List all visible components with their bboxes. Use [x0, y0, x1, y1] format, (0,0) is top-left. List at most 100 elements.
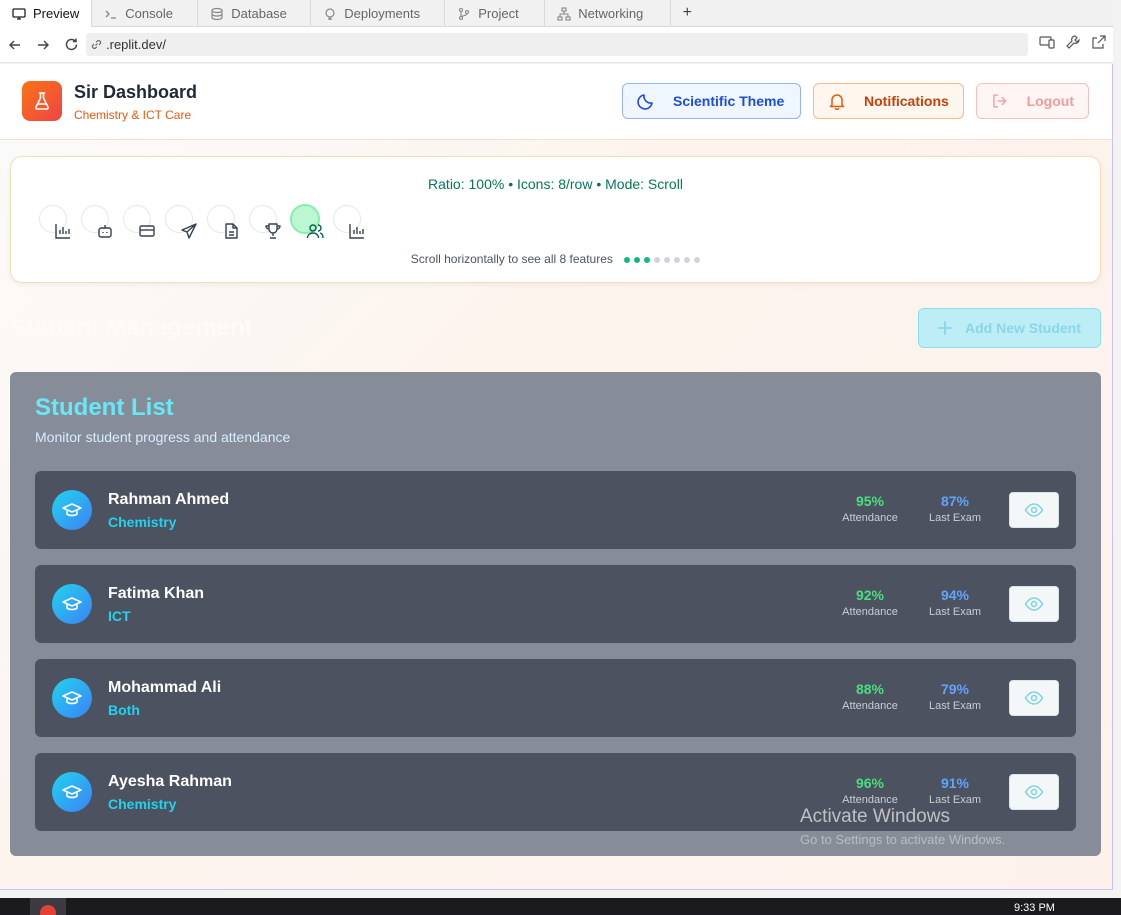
- eye-icon: [1024, 597, 1044, 611]
- tab-label: Console: [125, 6, 173, 21]
- forward-button[interactable]: [29, 31, 57, 59]
- network-icon: [557, 6, 571, 21]
- feature-analytics[interactable]: [39, 205, 79, 245]
- student-row: Fatima Khan ICT 92% Attendance 94% Last …: [35, 565, 1076, 643]
- last-exam-value: 94%: [940, 587, 970, 603]
- eye-icon: [1024, 503, 1044, 517]
- feature-payments[interactable]: [123, 205, 163, 245]
- url-bar-actions: [1039, 34, 1107, 50]
- browser-tab-strip: Preview Console Database Deployments Pro…: [0, 0, 1113, 27]
- last-exam-stat: 91% Last Exam: [915, 775, 995, 806]
- student-list-title: Student List: [35, 394, 174, 421]
- tab-console[interactable]: Console: [92, 0, 199, 27]
- student-name: Rahman Ahmed: [108, 491, 230, 508]
- student-subject: Chemistry: [108, 514, 177, 530]
- devices-icon[interactable]: [1039, 34, 1055, 50]
- moon-icon: [637, 94, 653, 110]
- student-name: Mohammad Ali: [108, 679, 222, 696]
- student-subject: ICT: [108, 608, 131, 624]
- plus-icon: [938, 321, 952, 335]
- last-exam-stat: 79% Last Exam: [915, 681, 995, 712]
- attendance-label: Attendance: [842, 794, 898, 806]
- feature-reports[interactable]: [333, 205, 373, 245]
- terminal-icon: [104, 7, 118, 21]
- deploy-icon: [323, 7, 337, 21]
- reload-button[interactable]: [57, 31, 85, 59]
- tab-label: Preview: [33, 6, 80, 21]
- notifications-label: Notifications: [864, 93, 949, 109]
- feature-documents[interactable]: [207, 205, 247, 245]
- tab-preview[interactable]: Preview: [0, 0, 93, 27]
- scroll-dot: [654, 256, 661, 263]
- feature-students[interactable]: [290, 204, 331, 245]
- view-student-button[interactable]: [1009, 774, 1059, 810]
- logout-label: Logout: [1026, 93, 1074, 109]
- feature-messages[interactable]: [165, 205, 205, 245]
- tab-label: Deployments: [344, 6, 421, 21]
- last-exam-stat: 87% Last Exam: [915, 493, 995, 524]
- scroll-hint-text: Scroll horizontally to see all 8 feature…: [410, 252, 613, 266]
- view-student-button[interactable]: [1009, 586, 1059, 622]
- arrow-left-icon: [9, 40, 20, 49]
- flask-icon: [35, 92, 49, 110]
- app-subtitle: Chemistry & ICT Care: [74, 108, 192, 122]
- credit-card-icon: [139, 225, 155, 237]
- tab-project[interactable]: Project: [445, 0, 546, 27]
- attendance-label: Attendance: [842, 606, 898, 618]
- tab-database[interactable]: Database: [198, 0, 312, 27]
- attendance-stat: 95% Attendance: [830, 493, 910, 524]
- view-student-button[interactable]: [1009, 680, 1059, 716]
- tab-deployments[interactable]: Deployments: [311, 0, 446, 27]
- notifications-button[interactable]: Notifications: [813, 83, 964, 119]
- graduation-cap-icon: [62, 503, 82, 517]
- scroll-dot: [674, 256, 681, 263]
- avatar: [52, 772, 92, 812]
- logout-icon: [993, 94, 1007, 108]
- page-content: Sir Dashboard Chemistry & ICT Care Scien…: [0, 64, 1113, 890]
- tab-label: Database: [231, 6, 287, 21]
- bar-chart-icon: [349, 224, 364, 239]
- feature-strip-card: Ratio: 100% • Icons: 8/row • Mode: Scrol…: [10, 156, 1101, 283]
- attendance-value: 95%: [855, 493, 885, 509]
- taskbar-app-button[interactable]: [30, 898, 66, 915]
- add-student-button[interactable]: Add New Student: [918, 308, 1101, 348]
- scroll-dot: [694, 256, 701, 263]
- taskbar: 9:33 PM: [0, 898, 1121, 915]
- wrench-icon[interactable]: [1065, 34, 1081, 50]
- last-exam-value: 91%: [940, 775, 970, 791]
- scroll-dot: [664, 256, 671, 263]
- send-icon: [181, 223, 197, 239]
- watermark-line2: Go to Settings to activate Windows.: [800, 832, 1006, 847]
- student-name: Fatima Khan: [108, 585, 205, 602]
- url-field[interactable]: .replit.dev/: [86, 33, 1028, 56]
- bar-chart-icon: [55, 224, 70, 239]
- attendance-value: 92%: [855, 587, 885, 603]
- last-exam-label: Last Exam: [929, 794, 981, 806]
- last-exam-label: Last Exam: [929, 700, 981, 712]
- new-tab-button[interactable]: +: [671, 0, 703, 26]
- section-title: Student Management: [10, 314, 253, 341]
- eye-icon: [1024, 691, 1044, 705]
- last-exam-value: 87%: [940, 493, 970, 509]
- feature-bot[interactable]: [81, 205, 121, 245]
- avatar: [52, 678, 92, 718]
- last-exam-stat: 94% Last Exam: [915, 587, 995, 618]
- logout-button[interactable]: Logout: [976, 83, 1089, 119]
- trophy-icon: [265, 223, 281, 239]
- back-button[interactable]: [1, 31, 29, 59]
- feature-icons-row[interactable]: [39, 204, 399, 245]
- student-list-subtitle: Monitor student progress and attendance: [35, 429, 291, 445]
- student-row: Rahman Ahmed Chemistry 95% Attendance 87…: [35, 471, 1076, 549]
- feature-achievements[interactable]: [249, 205, 289, 245]
- attendance-stat: 96% Attendance: [830, 775, 910, 806]
- scientific-theme-button[interactable]: Scientific Theme: [622, 83, 801, 119]
- last-exam-value: 79%: [940, 681, 970, 697]
- tab-networking[interactable]: Networking: [545, 0, 672, 27]
- last-exam-label: Last Exam: [929, 606, 981, 618]
- scientific-theme-label: Scientific Theme: [673, 93, 785, 109]
- external-link-icon[interactable]: [1091, 34, 1107, 50]
- view-student-button[interactable]: [1009, 492, 1059, 528]
- app-header: Sir Dashboard Chemistry & ICT Care Scien…: [0, 64, 1112, 140]
- student-row: Mohammad Ali Both 88% Attendance 79% Las…: [35, 659, 1076, 737]
- eye-icon: [1024, 785, 1044, 799]
